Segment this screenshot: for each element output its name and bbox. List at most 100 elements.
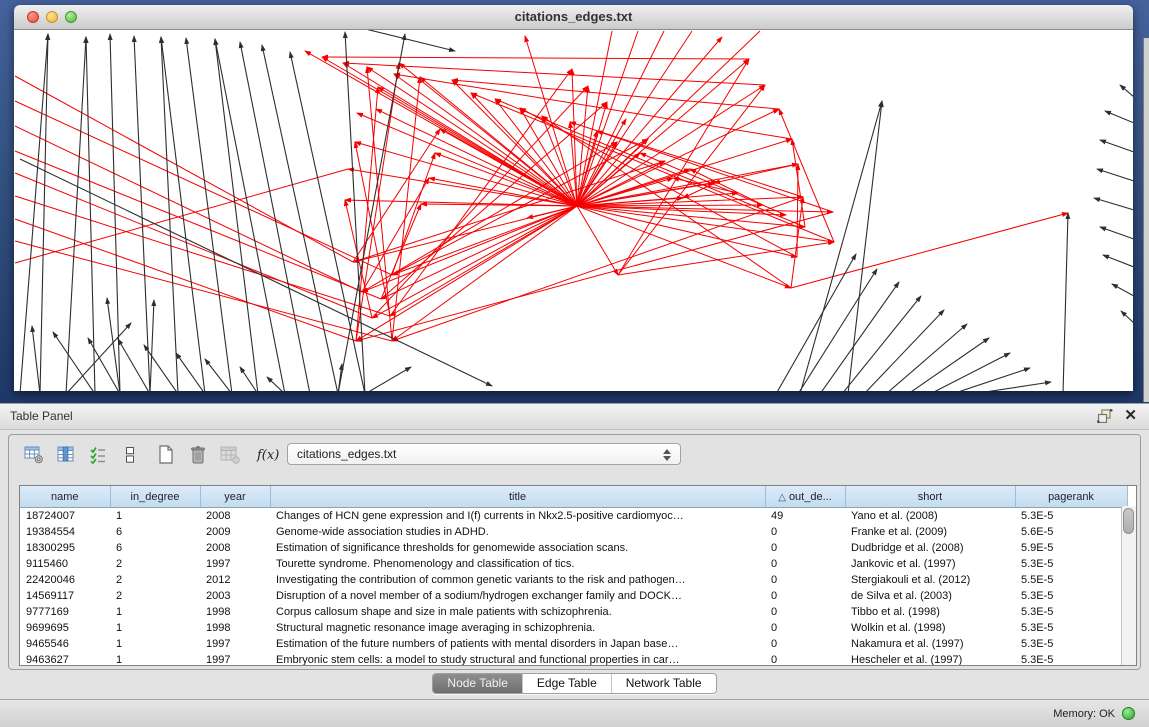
table-cell[interactable]: Tourette syndrome. Phenomenology and cla…	[270, 556, 765, 572]
graph-edge[interactable]	[520, 108, 797, 257]
table-cell[interactable]: Genome-wide association studies in ADHD.	[270, 524, 765, 540]
table-cell[interactable]: 6	[110, 540, 200, 556]
column-header-title[interactable]: title	[270, 486, 765, 508]
graph-edge[interactable]	[618, 242, 834, 275]
table-cell[interactable]: Corpus callosum shape and size in male p…	[270, 604, 765, 620]
graph-edge[interactable]	[66, 37, 86, 391]
table-cell[interactable]: 18300295	[20, 540, 110, 556]
table-cell[interactable]: 9465546	[20, 636, 110, 652]
graph-edge[interactable]	[577, 197, 803, 206]
graph-edge[interactable]	[15, 101, 392, 275]
graph-edge[interactable]	[452, 80, 779, 109]
table-cell[interactable]: Disruption of a novel member of a sodium…	[270, 588, 765, 604]
table-selector-dropdown[interactable]: citations_edges.txt	[287, 443, 681, 465]
graph-edge[interactable]	[1094, 198, 1133, 210]
column-header-out_de[interactable]: △out_de...	[765, 486, 845, 508]
table-cell[interactable]: Yano et al. (2008)	[845, 508, 1015, 525]
graph-edge[interactable]	[355, 142, 577, 206]
table-cell[interactable]: 1997	[200, 556, 270, 572]
graph-edge[interactable]	[1097, 169, 1133, 181]
graph-edge[interactable]	[356, 87, 378, 341]
table-cell[interactable]: 5.3E-5	[1015, 652, 1127, 666]
table-cell[interactable]: 5.6E-5	[1015, 524, 1127, 540]
table-row[interactable]: 969969511998Structural magnetic resonanc…	[20, 620, 1127, 636]
graph-edge[interactable]	[32, 326, 40, 391]
table-row[interactable]: 946362711997Embryonic stem cells: a mode…	[20, 652, 1127, 666]
graph-edge[interactable]	[1100, 140, 1133, 152]
graph-edge[interactable]	[577, 206, 618, 275]
import-table-icon[interactable]	[217, 443, 243, 467]
delete-column-icon[interactable]	[185, 443, 211, 467]
graph-edge[interactable]	[577, 206, 791, 288]
table-cell[interactable]: 1	[110, 620, 200, 636]
table-scrollbar[interactable]	[1121, 506, 1136, 665]
graph-edge[interactable]	[779, 109, 834, 242]
table-cell[interactable]: 5.5E-5	[1015, 572, 1127, 588]
table-cell[interactable]: 1	[110, 508, 200, 525]
scrollbar-thumb[interactable]	[1123, 508, 1134, 534]
table-cell[interactable]: Embryonic stem cells: a model to study s…	[270, 652, 765, 666]
graph-edge[interactable]	[1112, 284, 1133, 296]
close-panel-icon[interactable]: ✕	[1124, 409, 1137, 423]
table-cell[interactable]: Stergiakouli et al. (2012)	[845, 572, 1015, 588]
table-cell[interactable]: de Silva et al. (2003)	[845, 588, 1015, 604]
table-cell[interactable]: 2	[110, 588, 200, 604]
graph-edge[interactable]	[800, 101, 882, 391]
table-row[interactable]: 1938455462009Genome-wide association stu…	[20, 524, 1127, 540]
table-cell[interactable]: 1	[110, 604, 200, 620]
table-cell[interactable]: Nakamura et al. (1997)	[845, 636, 1015, 652]
table-cell[interactable]: 6	[110, 524, 200, 540]
graph-edge[interactable]	[1063, 213, 1068, 391]
table-cell[interactable]: 0	[765, 652, 845, 666]
table-cell[interactable]: 1997	[200, 652, 270, 666]
graph-edge[interactable]	[365, 367, 411, 391]
network-window[interactable]: citations_edges.txt	[14, 5, 1133, 391]
row-height-icon[interactable]	[117, 443, 143, 467]
graph-edge[interactable]	[134, 36, 150, 391]
graph-edge[interactable]	[952, 368, 1030, 391]
column-header-name[interactable]: name	[20, 486, 110, 508]
table-cell[interactable]: 14569117	[20, 588, 110, 604]
memory-ok-indicator[interactable]	[1122, 707, 1135, 720]
table-cell[interactable]: 9699695	[20, 620, 110, 636]
graph-edge[interactable]	[161, 37, 178, 391]
table-row[interactable]: 1830029562008Estimation of significance …	[20, 540, 1127, 556]
table-cell[interactable]: Estimation of the future numbers of pati…	[270, 636, 765, 652]
table-cell[interactable]: 22420046	[20, 572, 110, 588]
graph-edge[interactable]	[290, 52, 365, 391]
table-cell[interactable]: 9463627	[20, 652, 110, 666]
graph-edge[interactable]	[1105, 111, 1133, 123]
table-cell[interactable]: 0	[765, 572, 845, 588]
graph-edge[interactable]	[1121, 311, 1133, 323]
table-cell[interactable]: 0	[765, 556, 845, 572]
citation-network-graph[interactable]	[14, 30, 1133, 391]
graph-edge[interactable]	[930, 353, 1010, 391]
graph-edge[interactable]	[714, 164, 798, 183]
table-cell[interactable]: 5.3E-5	[1015, 556, 1127, 572]
table-cell[interactable]: 1	[110, 636, 200, 652]
table-cell[interactable]: Dudbridge et al. (2008)	[845, 540, 1015, 556]
table-cell[interactable]: 2009	[200, 524, 270, 540]
graph-edge[interactable]	[577, 31, 664, 206]
table-cell[interactable]: 5.3E-5	[1015, 636, 1127, 652]
table-cell[interactable]: 1998	[200, 604, 270, 620]
graph-edge[interactable]	[53, 332, 95, 391]
graph-edge[interactable]	[1100, 227, 1133, 239]
table-settings-icon[interactable]	[21, 443, 47, 467]
table-cell[interactable]: 0	[765, 636, 845, 652]
graph-edge[interactable]	[300, 30, 455, 51]
table-cell[interactable]: Investigating the contribution of common…	[270, 572, 765, 588]
table-cell[interactable]: Jankovic et al. (1997)	[845, 556, 1015, 572]
table-row[interactable]: 977716911998Corpus callosum shape and si…	[20, 604, 1127, 620]
select-columns-icon[interactable]	[53, 443, 79, 467]
validate-checklist-icon[interactable]	[85, 443, 111, 467]
new-column-icon[interactable]	[153, 443, 179, 467]
table-cell[interactable]: 1997	[200, 636, 270, 652]
column-header-short[interactable]: short	[845, 486, 1015, 508]
column-header-in_degree[interactable]: in_degree	[110, 486, 200, 508]
table-cell[interactable]: Estimation of significance thresholds fo…	[270, 540, 765, 556]
graph-edge[interactable]	[15, 151, 381, 299]
table-cell[interactable]: 2	[110, 556, 200, 572]
graph-edge[interactable]	[215, 39, 258, 391]
table-cell[interactable]: 2008	[200, 540, 270, 556]
